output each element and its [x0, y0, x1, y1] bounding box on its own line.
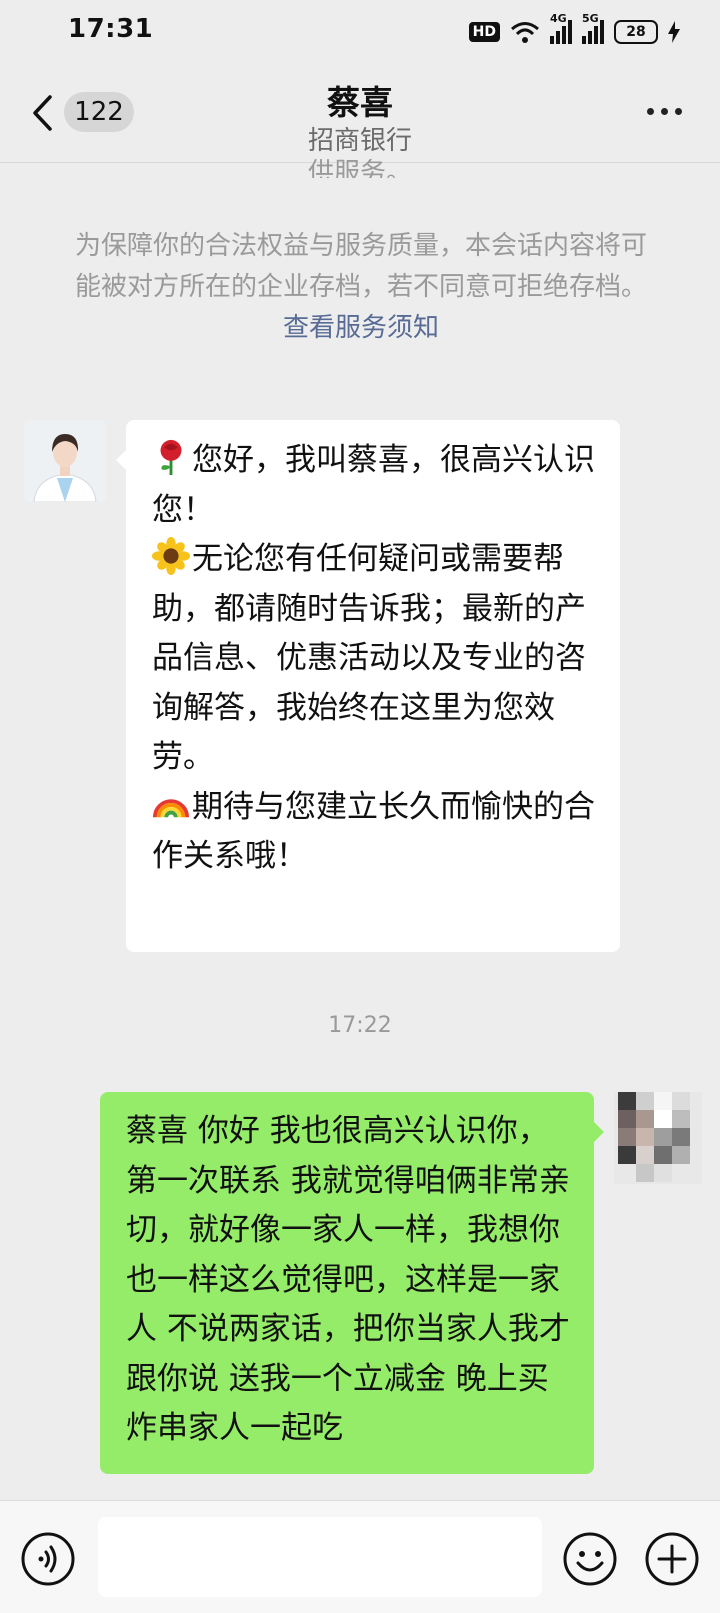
my-avatar[interactable] [614, 1092, 702, 1184]
incoming-paragraph-3: 期待与您建立长久而愉快的合作关系哦！ [152, 783, 602, 882]
status-bar: 17:31 HD 4G 5G 28 [0, 0, 720, 64]
status-icons: HD 4G 5G 28 [468, 12, 680, 48]
more-icon[interactable] [647, 108, 682, 115]
outgoing-message-bubble[interactable]: 蔡喜 你好 我也很高兴认识你，第一次联系 我就觉得咱俩非常亲切，就好像一家人一样… [100, 1092, 604, 1474]
notice-text: 为保障你的合法权益与服务质量，本会话内容将可能被对方所在的企业存档，若不同意可拒… [74, 231, 647, 302]
incoming-message-bubble[interactable]: 您好，我叫蔡喜，很高兴认识您！ 无论您有任何疑问或需要帮助，都请随时告诉我；最新… [116, 420, 620, 952]
archive-notice: 为保障你的合法权益与服务质量，本会话内容将可能被对方所在的企业存档，若不同意可拒… [66, 226, 656, 349]
service-terms-link[interactable]: 查看服务须知 [283, 313, 439, 343]
hd-badge: HD [468, 22, 500, 42]
signal-4g-icon: 4G [550, 12, 572, 44]
input-bar [0, 1500, 720, 1613]
charging-icon [668, 21, 680, 43]
outgoing-message-text: 蔡喜 你好 我也很高兴认识你，第一次联系 我就觉得咱俩非常亲切，就好像一家人一样… [126, 1113, 570, 1446]
incoming-paragraph-1: 您好，我叫蔡喜，很高兴认识您！ [152, 436, 602, 535]
sunflower-emoji-icon [152, 537, 190, 575]
rose-emoji-icon [160, 439, 182, 476]
voice-icon[interactable] [20, 1531, 76, 1587]
message-timestamp: 17:22 [328, 1013, 392, 1038]
contact-avatar[interactable] [24, 420, 106, 502]
cutoff-text: 供服务。 [307, 158, 412, 178]
status-time: 17:31 [68, 14, 154, 44]
rainbow-emoji-icon [152, 798, 190, 818]
incoming-paragraph-2: 无论您有任何疑问或需要帮助，都请随时告诉我；最新的产品信息、优惠活动以及专业的咨… [152, 535, 602, 783]
emoji-icon[interactable] [562, 1531, 618, 1587]
wifi-icon [511, 22, 539, 43]
chat-title: 蔡喜 [327, 83, 393, 122]
battery-icon: 28 [614, 20, 658, 44]
message-input[interactable] [98, 1517, 542, 1597]
signal-5g-icon: 5G [582, 12, 604, 44]
plus-icon[interactable] [644, 1531, 700, 1587]
